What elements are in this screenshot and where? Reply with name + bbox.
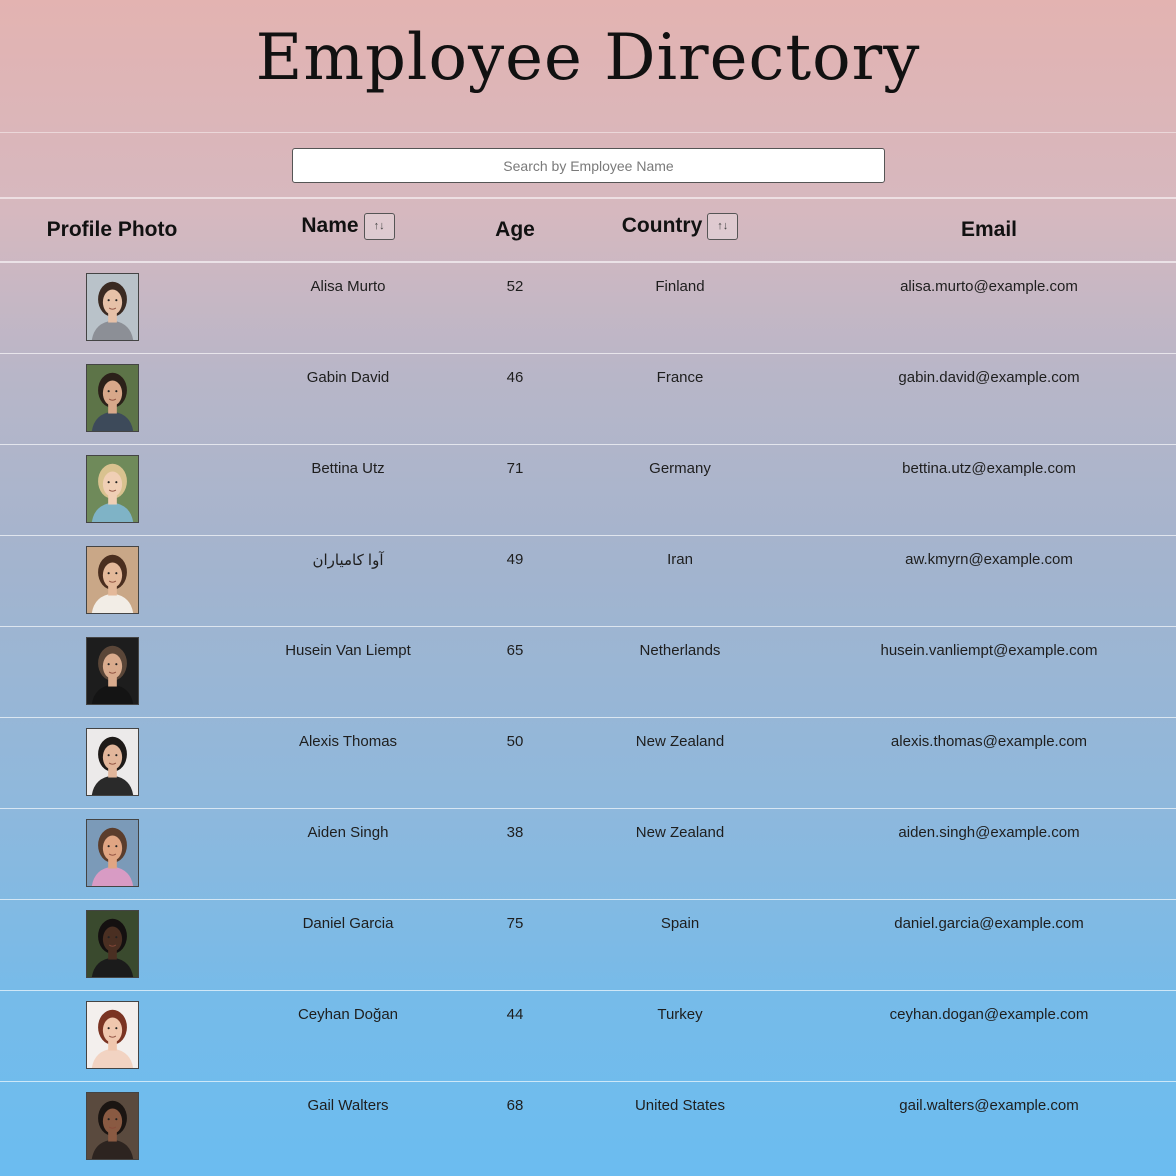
age-cell: 49 (506, 550, 524, 568)
avatar (85, 545, 139, 614)
age-cell: 75 (506, 914, 524, 932)
email-cell: aiden.singh@example.com (898, 823, 1080, 841)
age-cell: 65 (506, 641, 524, 659)
avatar-portrait (86, 274, 138, 340)
avatar-portrait (86, 637, 138, 704)
name-cell: آوا کامیاران (312, 551, 384, 569)
email-cell: bettina.utz@example.com (902, 459, 1076, 477)
avatar (85, 727, 139, 796)
country-cell: New Zealand (635, 732, 725, 750)
email-cell: daniel.garcia@example.com (894, 914, 1084, 932)
table-row: Alexis Thomas 50 New Zealand alexis.thomas@… (0, 717, 1176, 808)
page-header: Employee Directory (0, 0, 1176, 133)
table-row: Daniel Garcia 75 Spain daniel.garcia@exampl… (0, 899, 1176, 990)
name-cell: Husein Van Liempt (285, 641, 411, 659)
name-cell: Gabin David (306, 368, 390, 386)
employee-table: Profile Photo Name ↑↓ Age Country ↑↓ Ema… (0, 199, 1176, 1172)
page-title: Employee Directory (255, 21, 921, 95)
avatar-portrait (86, 819, 138, 886)
country-cell: Iran (667, 550, 693, 568)
photo-cell (0, 808, 224, 899)
avatar-portrait (86, 455, 138, 522)
column-label-email: Email (960, 218, 1018, 241)
name-cell: Alexis Thomas (298, 732, 398, 750)
search-input[interactable] (292, 148, 885, 183)
avatar (85, 636, 139, 705)
country-cell: France (656, 368, 704, 386)
photo-cell (0, 444, 224, 535)
photo-cell (0, 899, 224, 990)
country-cell: United States (634, 1096, 726, 1114)
photo-cell (0, 353, 224, 444)
table-row: Aiden Singh 38 New Zealand aiden.singh@exam… (0, 808, 1176, 899)
column-header-name: Name ↑↓ (224, 199, 472, 262)
avatar (85, 1000, 139, 1069)
age-cell: 38 (506, 823, 524, 841)
column-header-email: Email (802, 199, 1176, 262)
avatar-portrait (86, 910, 138, 977)
name-cell: Bettina Utz (311, 459, 385, 477)
name-cell: Gail Walters (307, 1096, 389, 1114)
avatar (85, 818, 139, 887)
age-cell: 44 (506, 1005, 524, 1023)
country-cell: Turkey (657, 1005, 703, 1023)
table-row: Gail Walters 68 United States gail.walters@… (0, 1081, 1176, 1172)
avatar-portrait (86, 1092, 138, 1159)
age-cell: 71 (506, 459, 524, 477)
age-cell: 50 (506, 732, 524, 750)
sort-by-country-button[interactable]: ↑↓ (707, 212, 739, 240)
name-cell: Aiden Singh (307, 823, 389, 841)
avatar-portrait (86, 728, 138, 795)
avatar-portrait (86, 1001, 138, 1068)
column-label-name: Name (301, 214, 359, 237)
photo-cell (0, 717, 224, 808)
avatar (85, 363, 139, 432)
country-cell: Germany (649, 459, 711, 477)
table-row: Husein Van Liempt 65 Netherlands husein.van… (0, 626, 1176, 717)
age-cell: 52 (506, 278, 524, 295)
photo-cell (0, 990, 224, 1081)
search-bar (0, 133, 1176, 199)
column-header-country: Country ↑↓ (558, 199, 802, 262)
sort-by-name-button[interactable]: ↑↓ (363, 212, 395, 240)
column-header-photo: Profile Photo (0, 199, 224, 262)
name-cell: Alisa Murto (310, 278, 386, 295)
email-cell: husein.vanliempt@example.com (880, 641, 1098, 659)
photo-cell (0, 1081, 224, 1172)
age-cell: 46 (506, 368, 524, 386)
table-row: Ceyhan Doğan 44 Turkey ceyhan.dogan@example… (0, 990, 1176, 1081)
avatar (85, 454, 139, 523)
country-cell: Spain (660, 914, 700, 932)
avatar (85, 909, 139, 978)
email-cell: gabin.david@example.com (898, 368, 1080, 386)
column-label-country: Country (621, 214, 703, 237)
email-cell: alisa.murto@example.com (900, 278, 1078, 295)
name-cell: Daniel Garcia (302, 914, 394, 932)
avatar (85, 1091, 139, 1160)
photo-cell (0, 262, 224, 353)
country-cell: Finland (655, 278, 705, 295)
photo-cell (0, 626, 224, 717)
avatar-portrait (86, 546, 138, 613)
table-row: Alisa Murto 52 Finland alisa.murto@example.… (0, 262, 1176, 353)
photo-cell (0, 535, 224, 626)
table-header-row: Profile Photo Name ↑↓ Age Country ↑↓ Ema… (0, 199, 1176, 262)
column-label-photo: Profile Photo (46, 218, 178, 241)
table-row: آوا کامیاران 49 Iran aw.kmyrn@example.com (0, 535, 1176, 626)
table-row: Gabin David 46 France gabin.david@example.c… (0, 353, 1176, 444)
email-cell: ceyhan.dogan@example.com (889, 1005, 1089, 1023)
name-cell: Ceyhan Doğan (297, 1005, 399, 1023)
avatar-portrait (86, 364, 138, 431)
country-cell: Netherlands (639, 641, 721, 659)
column-header-age: Age (472, 199, 558, 262)
column-label-age: Age (495, 218, 535, 241)
table-row: Bettina Utz 71 Germany bettina.utz@example.… (0, 444, 1176, 535)
email-cell: gail.walters@example.com (899, 1096, 1079, 1114)
country-cell: New Zealand (635, 823, 725, 841)
email-cell: alexis.thomas@example.com (890, 732, 1088, 750)
avatar (85, 273, 139, 341)
age-cell: 68 (506, 1096, 524, 1114)
email-cell: aw.kmyrn@example.com (905, 550, 1073, 568)
